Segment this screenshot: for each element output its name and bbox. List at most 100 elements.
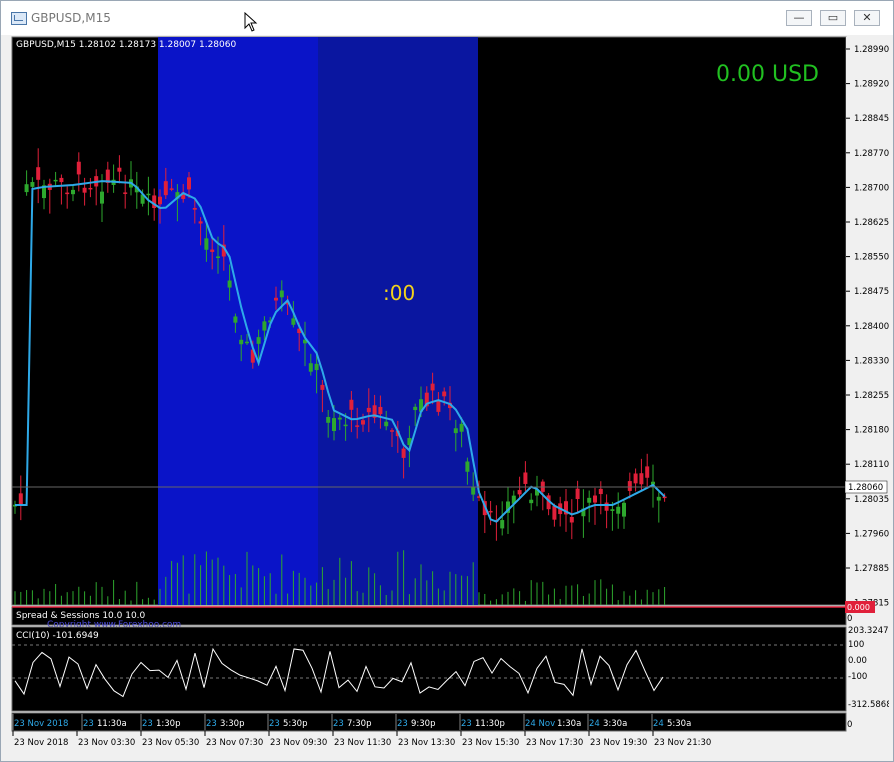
session-time: 3:30p	[220, 719, 244, 729]
time-axis-label: 23 Nov 09:30	[270, 738, 327, 748]
candle-body	[100, 191, 104, 204]
price-axis-label: 1.28990	[854, 45, 889, 55]
candle-body	[627, 481, 632, 491]
candle-body	[401, 448, 406, 458]
profit-display: 0.00 USD	[716, 62, 819, 87]
price-axis-label: 1.28475	[854, 287, 889, 297]
chart-window: GBPUSD,M15 — ▭ ✕ GBPUSD,M15 1.28102 1.28…	[0, 0, 894, 762]
time-axis-label: 23 Nov 19:30	[590, 738, 647, 748]
session-time: 5:30p	[283, 719, 307, 729]
candle-body	[343, 424, 348, 427]
session-time: 11:30a	[97, 719, 127, 729]
candle-body	[575, 488, 580, 500]
time-axis-label: 23 Nov 13:30	[398, 738, 455, 748]
title-bar[interactable]: GBPUSD,M15 — ▭ ✕	[1, 1, 893, 35]
chart-canvas[interactable]: GBPUSD,M15 1.28102 1.28173 1.28007 1.280…	[7, 35, 889, 757]
price-axis-label: 1.28180	[854, 426, 889, 436]
candle-body	[245, 341, 249, 344]
time-axis-label: 23 Nov 15:30	[462, 738, 519, 748]
candle-body	[123, 192, 128, 194]
candle-body	[645, 466, 650, 478]
candle-body	[413, 406, 418, 411]
session-time: 1:30p	[156, 719, 180, 729]
candle-body	[169, 188, 174, 190]
candle-body	[314, 363, 319, 371]
candle-body	[18, 493, 23, 506]
session-day: 23 Nov 2018	[14, 719, 68, 729]
restore-button[interactable]: ▭	[820, 10, 846, 26]
candle-body	[88, 187, 93, 190]
candle-body	[117, 167, 122, 172]
minimize-button[interactable]: —	[786, 10, 812, 26]
candle-body	[82, 187, 87, 193]
price-axis-label: 1.27960	[854, 529, 889, 539]
candle-body	[604, 502, 609, 511]
candle-body	[587, 497, 592, 503]
candle-body	[390, 430, 394, 432]
price-axis-label: 1.28110	[854, 460, 889, 470]
session-day: 23	[333, 719, 344, 729]
candle-body	[442, 391, 447, 397]
price-axis-label: 1.28700	[854, 183, 889, 193]
session-day: 24 Nov	[525, 719, 555, 729]
time-axis-label: 23 Nov 21:30	[654, 738, 711, 748]
price-axis-label: 1.28845	[854, 114, 889, 124]
session-label: :00	[383, 281, 415, 305]
volume-zero-label: 0	[847, 614, 852, 624]
candle-body	[216, 256, 220, 258]
candle-body	[453, 428, 458, 434]
price-axis-label: 1.28330	[854, 356, 889, 366]
session-time: 1:30a	[557, 719, 581, 729]
session-day: 24	[589, 719, 600, 729]
candle-body	[326, 416, 331, 423]
price-axis-label: 1.28625	[854, 218, 889, 228]
candle-body	[30, 182, 35, 187]
candle-body	[320, 384, 325, 390]
candle-body	[256, 337, 261, 344]
price-axis-label: 1.27885	[854, 564, 889, 574]
candle-body	[192, 207, 197, 210]
candle-body	[656, 496, 661, 501]
price-axis-label: 1.28255	[854, 391, 889, 401]
cci-axis-label: 100	[848, 640, 864, 650]
candle-body	[355, 425, 360, 427]
close-button[interactable]: ✕	[854, 10, 880, 26]
session-zone-2	[318, 37, 478, 605]
candle-body	[198, 221, 203, 224]
candle-body	[366, 407, 371, 413]
session-time: 7:30p	[347, 719, 371, 729]
chart-window-icon	[11, 12, 27, 25]
candle-body	[76, 161, 81, 175]
candle-body	[662, 496, 667, 499]
time-axis-label: 23 Nov 2018	[14, 738, 68, 748]
candle-body	[291, 318, 296, 325]
candle-body	[53, 179, 58, 182]
session-day: 23	[269, 719, 280, 729]
session-time: 3:30a	[603, 719, 627, 729]
candle-body	[552, 506, 557, 520]
window-title: GBPUSD,M15	[31, 11, 111, 25]
candle-body	[210, 249, 215, 252]
price-axis-label: 1.28400	[854, 322, 889, 332]
session-day: 23	[461, 719, 472, 729]
time-axis-label: 23 Nov 11:30	[334, 738, 391, 748]
time-axis-label: 23 Nov 07:30	[206, 738, 263, 748]
session-day: 23	[142, 719, 153, 729]
cci-panel[interactable]	[11, 626, 847, 712]
session-day: 23	[397, 719, 408, 729]
candle-body	[308, 363, 313, 372]
candle-body	[361, 420, 365, 425]
candle-body	[384, 421, 389, 427]
candle-body	[622, 502, 626, 517]
session-time: 9:30p	[411, 719, 435, 729]
candle-body	[65, 192, 70, 195]
candle-body	[233, 316, 238, 323]
session-time: 11:30p	[475, 719, 505, 729]
time-axis-label: 23 Nov 17:30	[526, 738, 583, 748]
candle-body	[158, 196, 162, 205]
candle-body	[616, 506, 621, 514]
price-axis-label: 1.28550	[854, 253, 889, 263]
candle-body	[262, 321, 267, 331]
candle-body	[488, 510, 493, 513]
candle-body	[227, 280, 232, 288]
